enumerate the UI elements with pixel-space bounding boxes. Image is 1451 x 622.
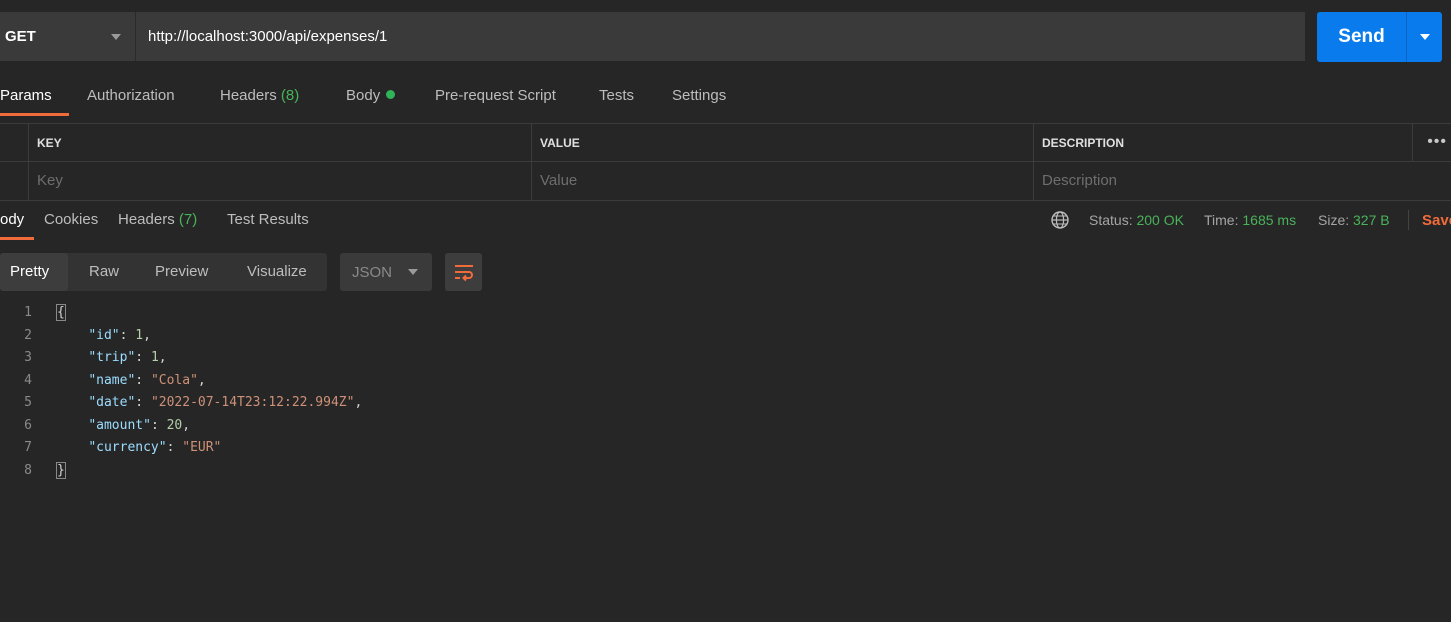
more-options-icon[interactable]: ••• [1427,124,1447,162]
size-label: Size: [1318,212,1350,228]
code-text: "currency": "EUR" [88,440,222,455]
divider [1408,210,1409,230]
tab-cookies-label: Cookies [44,211,99,228]
tab-params-label: Params [0,87,52,104]
tab-settings-label: Settings [672,87,727,104]
tab-tests[interactable]: Tests [599,76,634,116]
description-input[interactable]: Description [1033,162,1451,200]
line-number: 7 [24,440,32,455]
code-text: { [56,304,66,321]
wrap-lines-icon[interactable] [445,253,482,291]
params-header-row: KEY VALUE DESCRIPTION ••• [0,124,1451,162]
tab-pre-request-script[interactable]: Pre-request Script [435,76,556,116]
code-text: "id": 1, [88,327,151,343]
column-value: VALUE [531,124,1033,162]
status-value: 200 OK [1136,212,1184,228]
format-visualize[interactable]: Visualize [247,253,307,291]
code-text: "date": "2022-07-14T23:12:22.994Z", [88,395,363,410]
tab-response-headers[interactable]: Headers (7) [118,201,197,239]
tab-headers-label: Headers [220,87,277,104]
time-label: Time: [1204,212,1239,228]
method-label: GET [5,28,36,45]
tab-response-headers-label: Headers [118,211,175,228]
tab-cookies[interactable]: Cookies [44,201,98,239]
code-text: "trip": 1, [88,350,167,365]
key-input[interactable]: Key [28,162,531,200]
value-input[interactable]: Value [531,162,1033,200]
tab-body-label: Body [346,87,381,104]
tab-authorization-label: Authorization [87,87,175,104]
tab-body[interactable]: Body [346,76,396,116]
save-response-label: Save [1422,212,1451,229]
code-text: "name": "Cola", [88,372,206,388]
line-number: 8 [24,462,32,478]
chevron-down-icon [1419,34,1430,40]
language-select-label: JSON [352,263,393,281]
size-value: 327 B [1353,212,1390,228]
save-response-button[interactable]: Save [1422,201,1451,239]
time-value: 1685 ms [1242,212,1297,228]
tab-response-headers-count: (7) [178,211,198,228]
code-text: "amount": 20, [88,417,191,433]
language-select[interactable]: JSON [340,253,432,291]
send-options-button[interactable] [1406,12,1442,62]
response-status: Status: 200 OK [1089,201,1184,239]
globe-icon[interactable] [1050,201,1070,239]
line-number: 3 [24,350,32,365]
tab-test-results[interactable]: Test Results [227,201,309,239]
format-tabs: Pretty Raw Preview Visualize [0,253,327,291]
params-table: KEY VALUE DESCRIPTION ••• Key Value Desc… [0,123,1451,201]
chevron-down-icon [408,269,418,275]
code-text: } [56,461,66,479]
response-time: Time: 1685 ms [1204,201,1296,239]
format-raw[interactable]: Raw [89,253,119,291]
url-input[interactable] [136,12,1305,61]
tab-test-results-label: Test Results [227,211,309,228]
line-number: 1 [24,305,32,320]
format-pretty[interactable]: Pretty [10,253,49,291]
line-number: 4 [24,372,32,388]
tab-response-body[interactable]: ody [0,201,24,239]
params-empty-row: Key Value Description [0,162,1451,200]
line-number: 6 [24,417,32,433]
tab-headers[interactable]: Headers (8) [220,76,299,116]
request-tabs: Params Authorization Headers (8) Body Pr… [0,76,1451,116]
line-number: 2 [24,327,32,343]
tab-tests-label: Tests [599,87,635,104]
response-size: Size: 327 B [1318,201,1390,239]
tab-settings[interactable]: Settings [672,76,726,116]
format-preview[interactable]: Preview [155,253,208,291]
tab-params[interactable]: Params [0,76,52,116]
tab-response-body-label: ody [0,211,25,228]
column-key: KEY [28,124,531,162]
active-tab-indicator [0,113,69,116]
active-response-tab-indicator [0,237,34,240]
tab-pre-request-label: Pre-request Script [435,87,556,104]
status-label: Status: [1089,212,1133,228]
tab-headers-count: (8) [280,87,300,104]
line-number: 5 [24,395,32,410]
column-description: DESCRIPTION [1033,124,1412,162]
body-indicator-dot [386,90,396,99]
send-button[interactable]: Send [1317,12,1406,62]
tab-authorization[interactable]: Authorization [87,76,175,116]
method-select[interactable]: GET [0,12,136,61]
chevron-down-icon [111,33,121,40]
